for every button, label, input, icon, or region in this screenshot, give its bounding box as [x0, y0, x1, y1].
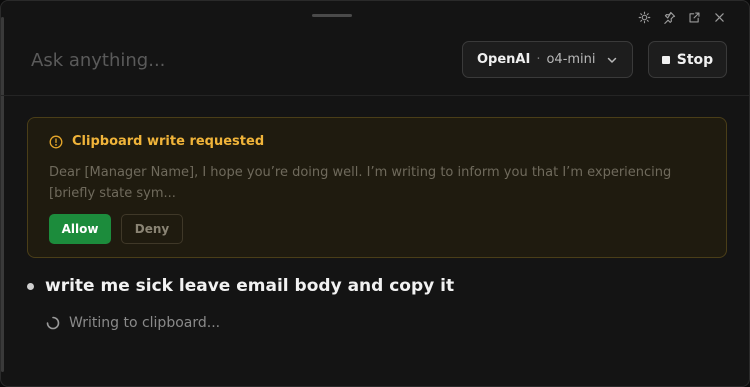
model-selector[interactable]: OpenAI · o4-mini	[462, 41, 633, 78]
stop-icon	[661, 55, 670, 64]
message-bullet	[27, 282, 34, 290]
warning-icon	[49, 135, 63, 149]
stop-button-label: Stop	[676, 51, 714, 68]
user-message-text: write me sick leave email body and copy …	[45, 276, 455, 296]
model-name: o4-mini	[546, 52, 596, 67]
drag-handle[interactable]	[312, 14, 352, 17]
status-text: Writing to clipboard...	[69, 315, 221, 331]
brightness-icon[interactable]	[636, 9, 652, 25]
model-separator: ·	[536, 52, 541, 67]
model-provider: OpenAI	[477, 52, 531, 67]
permission-title: Clipboard write requested	[72, 134, 265, 149]
deny-button[interactable]: Deny	[121, 214, 183, 244]
permission-header: Clipboard write requested	[49, 134, 264, 149]
clipboard-preview-text: Dear [Manager Name], I hope you’re doing…	[49, 165, 672, 201]
close-icon[interactable]	[711, 9, 727, 25]
status-row: Writing to clipboard...	[46, 315, 220, 331]
top-bar: OpenAI · o4-mini Stop	[1, 31, 749, 96]
allow-button[interactable]: Allow	[49, 214, 111, 244]
pin-icon[interactable]	[661, 9, 677, 25]
window-controls	[636, 9, 727, 25]
user-message: write me sick leave email body and copy …	[27, 276, 454, 296]
spinner-icon	[46, 316, 60, 330]
app-window: OpenAI · o4-mini Stop Clipboard w	[0, 0, 750, 387]
clipboard-permission-card: Clipboard write requested Dear [Manager …	[27, 117, 727, 258]
stop-button[interactable]: Stop	[648, 41, 727, 78]
popout-icon[interactable]	[686, 9, 702, 25]
chevron-down-icon	[606, 54, 618, 66]
ask-input[interactable]	[31, 45, 431, 75]
